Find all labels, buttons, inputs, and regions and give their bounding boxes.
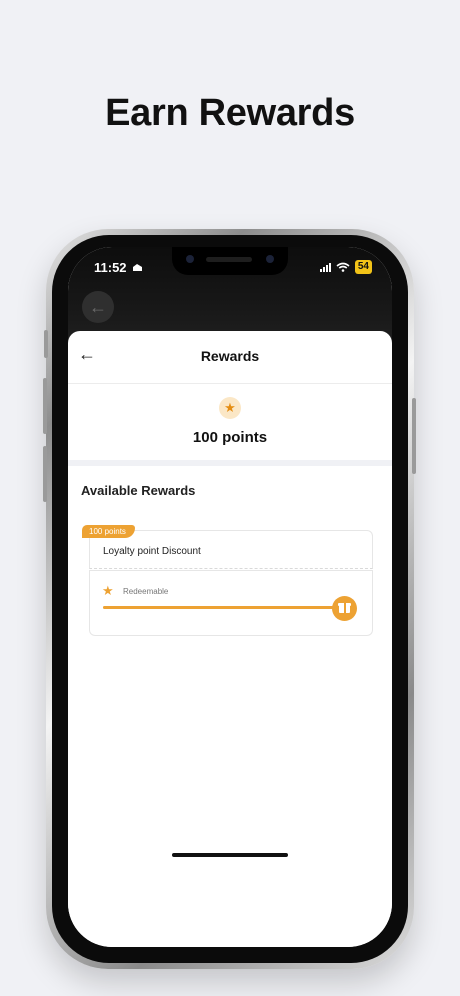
points-summary: ★ 100 points: [68, 384, 392, 460]
star-icon: ★: [219, 397, 241, 419]
redeem-gift-button[interactable]: [332, 596, 357, 621]
sensor-icon: [266, 255, 274, 263]
reward-progress-fill: [103, 606, 345, 609]
reward-name: Loyalty point Discount: [103, 546, 201, 557]
available-rewards-title: Available Rewards: [81, 483, 196, 498]
front-camera-icon: [186, 255, 194, 263]
status-indicators: 54: [319, 260, 372, 274]
reward-progress-bar: [103, 606, 345, 609]
redeem-status-label: Redeemable: [123, 587, 169, 596]
points-balance: 100 points: [192, 429, 268, 446]
nav-bar: ← Rewards: [68, 331, 392, 384]
status-time: 11:52: [94, 260, 143, 275]
notification-icon: [133, 264, 143, 271]
rewards-sheet: ← Rewards ★ 100 points Available Rewards…: [68, 331, 392, 947]
battery-indicator: 54: [354, 260, 372, 274]
cellular-signal-icon: [319, 262, 331, 272]
section-divider: [68, 460, 392, 466]
phone-volume-down-button: [43, 446, 47, 502]
phone-volume-up-button: [43, 378, 47, 434]
reward-progress-card: ★ Redeemable: [89, 570, 373, 636]
earpiece-speaker: [206, 257, 252, 262]
page-title: Rewards: [200, 348, 260, 364]
dynamic-island: [172, 247, 288, 275]
star-icon: ★: [102, 583, 114, 598]
reward-points-tag: 100 points: [82, 525, 135, 538]
background-back-icon: ←: [82, 291, 114, 323]
phone-mute-switch: [44, 330, 48, 358]
page-headline: Earn Rewards: [105, 92, 355, 134]
home-indicator[interactable]: [172, 853, 288, 857]
phone-screen: ← 11:52 54 ← Rewards ★ 100 points Availa…: [68, 247, 392, 947]
phone-power-button: [412, 398, 416, 474]
reward-card[interactable]: Loyalty point Discount: [89, 530, 373, 569]
wifi-icon: [336, 262, 350, 272]
